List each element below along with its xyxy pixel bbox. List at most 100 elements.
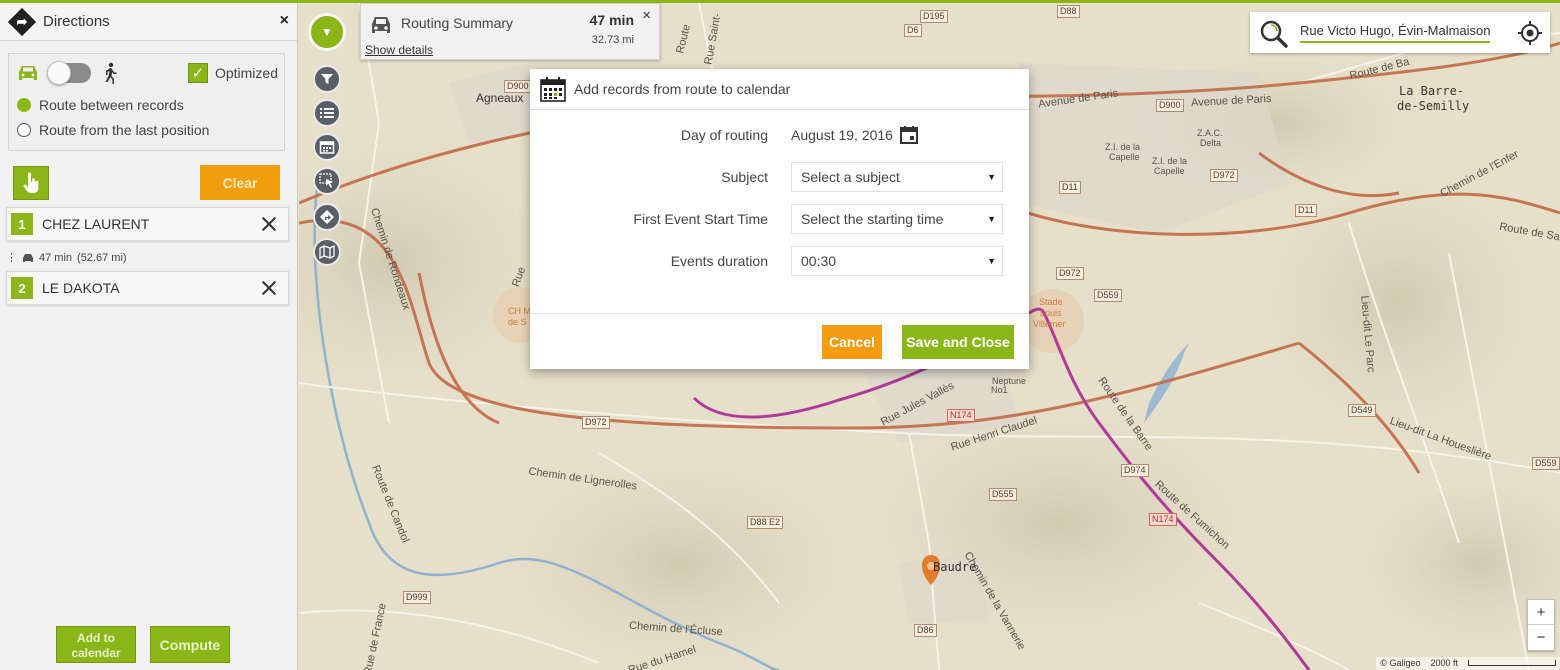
day-of-routing-value[interactable]: August 19, 2016 [791,127,893,143]
road-badge: D559 [1532,457,1560,470]
start-time-select[interactable]: Select the starting time ▼ [791,204,1003,234]
remove-stop-icon[interactable] [258,277,280,299]
optimized-label: Optimized [214,65,278,81]
car-icon [372,17,390,33]
duration-row: Events duration 00:30 ▼ [530,246,1029,276]
map-label-barre-2: de-Semilly [1397,99,1470,113]
routing-summary-distance: 32.73 mi [591,34,634,46]
directions-title: Directions [43,13,110,30]
list-icon [320,108,334,118]
routing-summary-close-icon[interactable]: × [642,7,651,24]
search-icon[interactable] [1259,19,1289,49]
start-time-select-value: Select the starting time [801,211,944,227]
route-from-last-position-option[interactable]: Route from the last position [9,117,284,142]
routing-summary-time: 47 min [589,12,634,28]
locate-me-icon[interactable] [1517,20,1543,46]
road-badge: N174 [1149,513,1177,526]
attribution-text: © Galigeo [1380,658,1421,668]
road-badge: D972 [1210,169,1238,182]
day-of-routing-label: Day of routing [680,127,768,143]
subject-select[interactable]: Select a subject ▼ [791,162,1003,192]
stop-number: 1 [11,213,33,235]
map-label-stade: Stade [1039,297,1063,307]
optimized-checkbox[interactable]: ✓ [187,63,208,83]
save-and-close-button[interactable]: Save and Close [902,325,1014,359]
route-leg-info: ⋮ 47 min (52.67 mi) [6,251,127,265]
road-badge: D549 [1348,404,1376,417]
remove-stop-icon[interactable] [258,213,280,235]
start-time-row: First Event Start Time Select the starti… [530,204,1029,234]
add-to-calendar-dialog: Add records from route to calendar Day o… [530,69,1029,369]
road-badge: D195 [920,10,948,23]
optimized-option[interactable]: ✓ Optimized [187,63,278,83]
drag-handle-icon[interactable]: ⋮ [6,251,17,264]
leg-distance: (52.67 mi) [77,251,127,264]
route-stop-2[interactable]: 2 LE DAKOTA [6,271,289,305]
radio-selected[interactable] [17,97,31,112]
directions-icon [320,210,334,224]
dialog-footer-divider [530,313,1029,314]
show-details-link[interactable]: Show details [365,43,433,57]
road-badge: D974 [1121,464,1149,477]
stop-number: 2 [11,277,33,299]
list-view-button[interactable] [313,99,341,127]
calendar-button[interactable] [313,133,341,161]
map-label-agneaux: Agneaux [476,91,524,105]
compute-button[interactable]: Compute [150,626,230,663]
layers-filter-button[interactable] [313,65,341,93]
road-badge: D999 [403,591,431,604]
map-label-zi-2: Z.I. de la [1152,156,1188,166]
route-from-last-position-label: Route from the last position [39,121,210,138]
route-stop-1[interactable]: 1 CHEZ LAURENT [6,207,289,241]
stop-name: CHEZ LAURENT [42,216,150,232]
directions-tool-button[interactable] [313,203,341,231]
road-badge: D900 [1156,99,1184,112]
cancel-button[interactable]: Cancel [822,325,882,359]
zoom-control: + − [1527,599,1555,651]
leg-time: 47 min [39,251,73,264]
car-mode-icon[interactable] [17,64,39,82]
map-label-chm: CH M [508,306,531,316]
routing-summary-title: Routing Summary [401,15,514,31]
zoom-out-button[interactable]: − [1528,625,1554,650]
close-icon[interactable]: × [280,12,289,30]
routing-summary-panel: Routing Summary 47 min 32.73 mi × Show d… [360,3,660,60]
cursor-select-icon [319,173,333,188]
radio-unselected[interactable] [17,122,31,137]
directions-header: ➦ Directions × [0,3,297,41]
map-label-neptune-2: No1 [991,385,1008,395]
road-badge: D559 [1094,289,1122,302]
road-badge: D86 [914,624,937,637]
duration-select-value: 00:30 [801,253,837,269]
add-to-calendar-button[interactable]: Add to calendar [56,626,136,663]
funnel-icon [321,74,333,84]
zoom-in-button[interactable]: + [1528,600,1554,625]
pointer-hand-icon [23,172,39,193]
map-label-zac-2: Delta [1200,138,1222,148]
date-picker-icon[interactable] [899,125,919,145]
scale-label: 2000 ft [1430,658,1458,668]
toolbar-toggle-button[interactable]: ▼ [308,13,346,51]
map-label-stade-2: Louis [1040,308,1062,318]
add-record-button[interactable] [13,166,49,200]
duration-select[interactable]: 00:30 ▼ [791,246,1003,276]
route-between-records-option[interactable]: Route between records [9,92,284,117]
map-label-zac: Z.A.C. [1197,128,1223,138]
map-label-chm-2: de S [508,317,527,327]
stop-name: LE DAKOTA [42,280,120,296]
road-badge: D6 [904,24,922,37]
chevron-down-icon: ▼ [321,25,333,39]
start-time-label: First Event Start Time [633,211,768,227]
road-badge: D900 [504,80,532,93]
subject-label: Subject [721,169,768,185]
select-area-button[interactable] [313,167,341,195]
address-search-input[interactable]: Rue Victo Hugo, Évin-Malmaison, L [1300,21,1490,43]
travel-mode-toggle[interactable] [47,61,91,85]
map-style-button[interactable] [313,238,341,266]
road-badge: D555 [989,488,1017,501]
walking-mode-icon[interactable] [101,62,119,84]
map-attribution: © Galigeo 2000 ft [1376,657,1560,670]
map-label-zi-1b: Capelle [1109,152,1140,162]
clear-button[interactable]: Clear [200,165,280,200]
day-of-routing-row: Day of routing August 19, 2016 [530,120,1029,150]
